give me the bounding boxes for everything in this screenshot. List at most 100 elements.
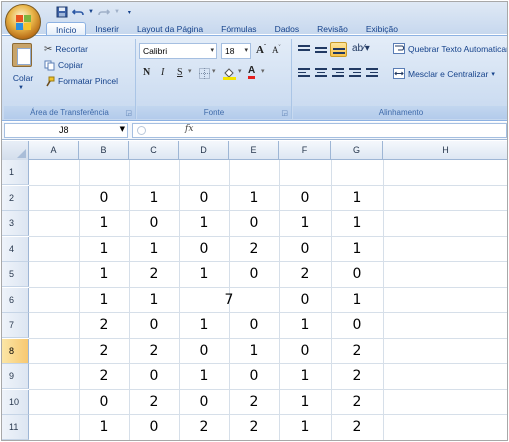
cell-a8[interactable] xyxy=(29,339,79,364)
column-header-g[interactable]: G xyxy=(331,141,383,160)
cell-f4[interactable]: 0 xyxy=(279,237,331,262)
cell-d7[interactable]: 1 xyxy=(179,313,229,338)
increase-indent-icon[interactable] xyxy=(366,68,378,78)
name-box[interactable]: J8 ▼ xyxy=(4,123,128,138)
cell-a9[interactable] xyxy=(29,364,79,389)
format-painter-button[interactable]: Formatar Pincel xyxy=(44,74,118,88)
cell-a4[interactable] xyxy=(29,237,79,262)
font-color-dropdown-icon[interactable]: ▾ xyxy=(261,67,265,75)
cell-f8[interactable]: 0 xyxy=(279,339,331,364)
column-header-c[interactable]: C xyxy=(129,141,179,160)
decrease-indent-icon[interactable] xyxy=(349,68,361,78)
row-header-7[interactable]: 7 xyxy=(2,313,29,338)
cell-b5[interactable]: 1 xyxy=(79,262,129,287)
font-color-icon[interactable]: A xyxy=(248,65,256,79)
cell-e11[interactable]: 2 xyxy=(229,415,279,440)
tab-formulas[interactable]: Fórmulas xyxy=(212,22,265,36)
merge-dropdown-icon[interactable]: ▾ xyxy=(491,70,495,78)
cell-f1[interactable] xyxy=(279,160,331,185)
align-center-icon[interactable] xyxy=(315,68,327,78)
cell-g2[interactable]: 1 xyxy=(331,186,383,211)
cell-a2[interactable] xyxy=(29,186,79,211)
cell-d11[interactable]: 2 xyxy=(179,415,229,440)
cell-b9[interactable]: 2 xyxy=(79,364,129,389)
copy-button[interactable]: Copiar xyxy=(44,58,83,72)
cell-a1[interactable] xyxy=(29,160,79,185)
cell-b2[interactable]: 0 xyxy=(79,186,129,211)
underline-button[interactable]: S xyxy=(177,67,183,78)
cell-b4[interactable]: 1 xyxy=(79,237,129,262)
cell-d10[interactable]: 0 xyxy=(179,390,229,415)
cell-g10[interactable]: 2 xyxy=(331,390,383,415)
cell-c8[interactable]: 2 xyxy=(129,339,179,364)
cell-e5[interactable]: 0 xyxy=(229,262,279,287)
align-left-icon[interactable] xyxy=(298,68,310,78)
formula-input[interactable]: fx xyxy=(132,123,507,138)
cell-c2[interactable]: 1 xyxy=(129,186,179,211)
cell-f9[interactable]: 1 xyxy=(279,364,331,389)
font-launcher-icon[interactable]: ◲ xyxy=(281,109,288,117)
cell-e10[interactable]: 2 xyxy=(229,390,279,415)
save-icon[interactable] xyxy=(56,6,68,18)
column-header-a[interactable]: A xyxy=(29,141,79,160)
wrap-text-button[interactable]: Quebrar Texto Automaticamente xyxy=(393,43,507,54)
align-middle-icon[interactable] xyxy=(315,47,327,57)
cell-e1[interactable] xyxy=(229,160,279,185)
cell-b6[interactable]: 1 xyxy=(79,288,129,313)
cell-a11[interactable] xyxy=(29,415,79,440)
cell-f3[interactable]: 1 xyxy=(279,211,331,236)
row-header-3[interactable]: 3 xyxy=(2,211,29,236)
font-size-combo[interactable]: 18 ▾ xyxy=(221,43,251,59)
undo-icon[interactable] xyxy=(72,6,84,18)
cell-d2[interactable]: 0 xyxy=(179,186,229,211)
worksheet-grid[interactable]: ABCDEFGH 1201010131010114110201512102061… xyxy=(2,141,507,440)
undo-dropdown-icon[interactable]: ▼ xyxy=(88,9,94,15)
row-header-6[interactable]: 6 xyxy=(2,287,29,313)
cell-g9[interactable]: 2 xyxy=(331,364,383,389)
cell-g5[interactable]: 0 xyxy=(331,262,383,287)
cell-e3[interactable]: 0 xyxy=(229,211,279,236)
column-header-e[interactable]: E xyxy=(229,141,279,160)
cell-b11[interactable]: 1 xyxy=(79,415,129,440)
insert-function-button[interactable]: fx xyxy=(185,124,193,134)
borders-dropdown-icon[interactable]: ▾ xyxy=(212,67,216,75)
cell-f10[interactable]: 1 xyxy=(279,390,331,415)
cell-g7[interactable]: 0 xyxy=(331,313,383,338)
column-header-b[interactable]: B xyxy=(79,141,129,160)
cell-a10[interactable] xyxy=(29,390,79,415)
tab-inicio[interactable]: Início xyxy=(46,22,87,36)
row-header-5[interactable]: 5 xyxy=(2,262,29,287)
cell-c7[interactable]: 0 xyxy=(129,313,179,338)
cell-b3[interactable]: 1 xyxy=(79,211,129,236)
cell-g6[interactable]: 1 xyxy=(331,288,383,313)
borders-icon[interactable] xyxy=(199,68,210,79)
cut-button[interactable]: ✂ Recortar xyxy=(44,42,88,56)
cell-c1[interactable] xyxy=(129,160,179,185)
cell-c5[interactable]: 2 xyxy=(129,262,179,287)
cell-g8[interactable]: 2 xyxy=(331,339,383,364)
row-header-11[interactable]: 11 xyxy=(2,415,29,440)
cell-d5[interactable]: 1 xyxy=(179,262,229,287)
bold-button[interactable]: N xyxy=(143,67,150,78)
cell-c10[interactable]: 2 xyxy=(129,390,179,415)
cell-d1[interactable] xyxy=(179,160,229,185)
column-header-h[interactable]: H xyxy=(383,141,507,160)
column-header-d[interactable]: D xyxy=(179,141,229,160)
fill-color-dropdown-icon[interactable]: ▾ xyxy=(238,67,242,75)
cell-d9[interactable]: 1 xyxy=(179,364,229,389)
tab-inserir[interactable]: Inserir xyxy=(86,22,128,36)
cell-g1[interactable] xyxy=(331,160,383,185)
cell-f2[interactable]: 0 xyxy=(279,186,331,211)
clipboard-launcher-icon[interactable]: ◲ xyxy=(125,109,132,117)
orientation-icon[interactable]: ab⁄▾ xyxy=(352,43,370,54)
font-name-combo[interactable]: Calibri ▾ xyxy=(139,43,217,59)
office-button[interactable] xyxy=(5,4,41,40)
customize-qat-icon[interactable]: ▾ xyxy=(128,9,131,16)
align-bottom-button[interactable] xyxy=(330,42,347,57)
tab-layout-da-pagina[interactable]: Layout da Página xyxy=(128,22,212,36)
cell-f11[interactable]: 1 xyxy=(279,415,331,440)
fill-color-icon[interactable] xyxy=(223,67,236,80)
cell-d3[interactable]: 1 xyxy=(179,211,229,236)
cell-c3[interactable]: 0 xyxy=(129,211,179,236)
cell-d4[interactable]: 0 xyxy=(179,237,229,262)
